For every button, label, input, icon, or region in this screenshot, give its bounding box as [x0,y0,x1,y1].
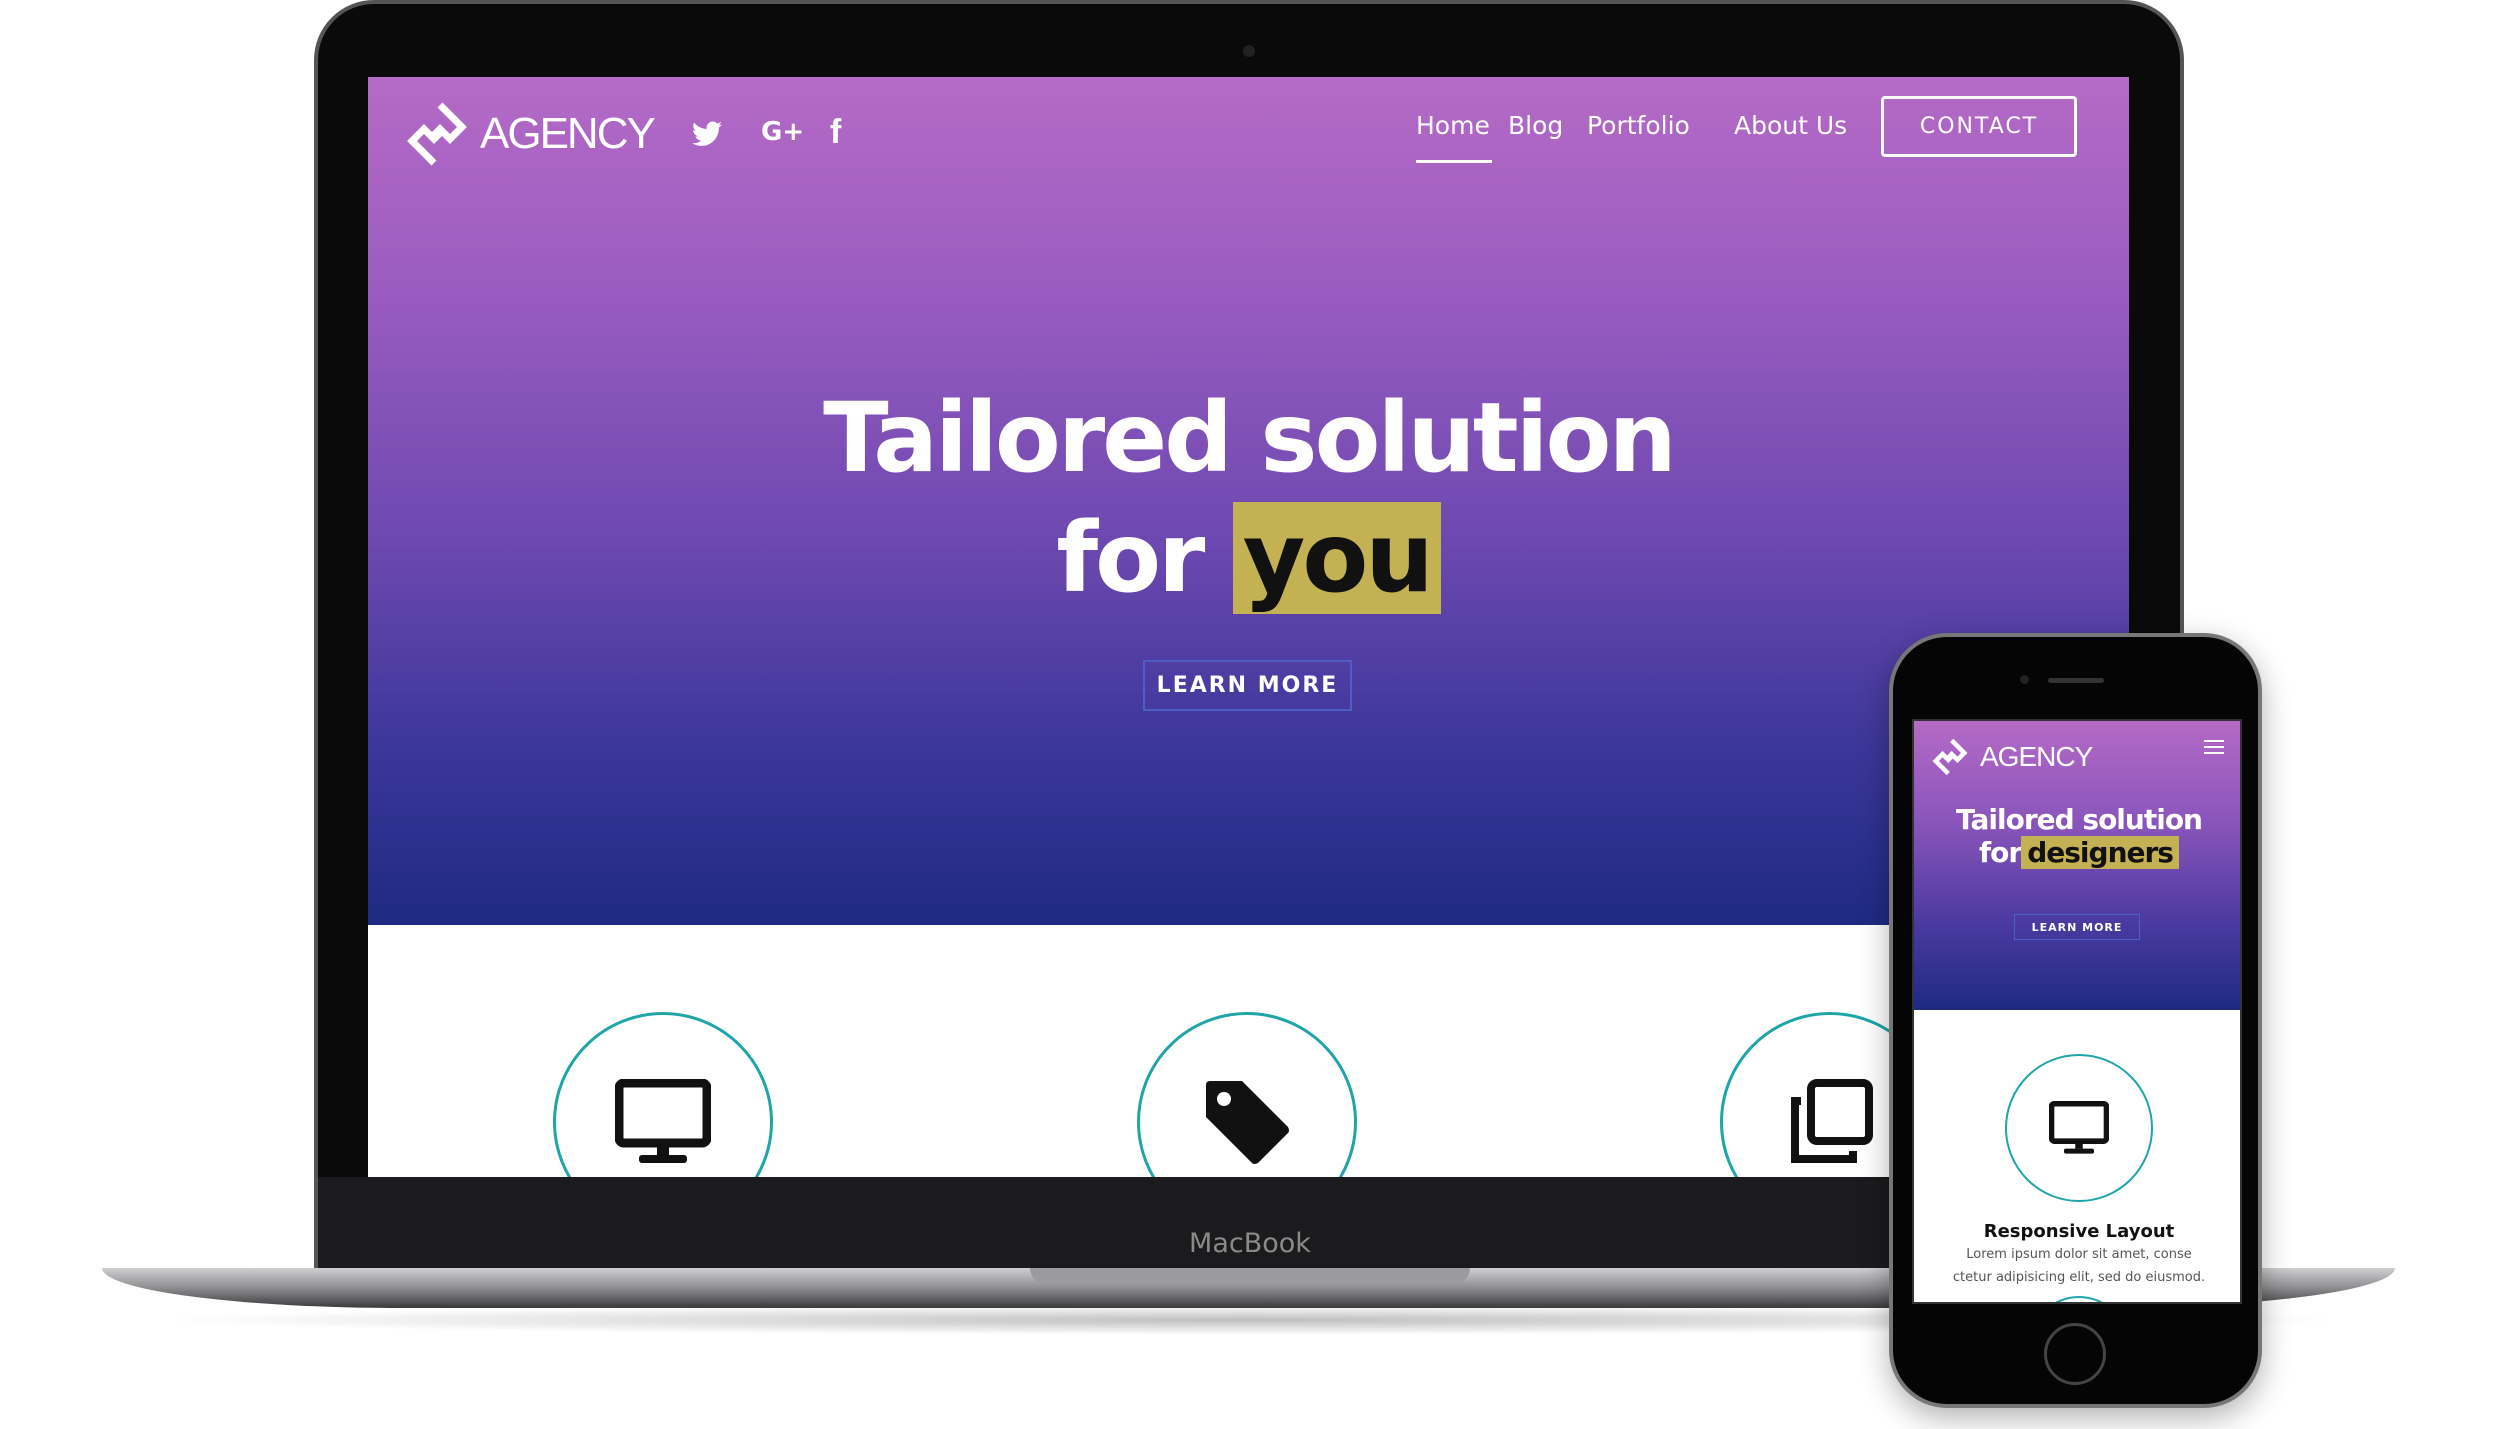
google-plus-icon[interactable]: G+ [761,117,804,147]
laptop-hinge-notch [1030,1268,1470,1284]
phone-feature-circle [2005,1054,2153,1202]
facebook-icon[interactable]: f [830,113,841,152]
hero-title-prefix: for [1056,502,1205,614]
phone-learn-more-button[interactable]: LEARN MORE [2014,914,2140,940]
phone-feature-text-2: ctetur adipisicing elit, sed do eiusmod. [1952,1270,2206,1285]
nav-portfolio[interactable]: Portfolio [1587,111,1690,140]
copy-icon [1791,1079,1873,1163]
monitor-icon [2049,1101,2109,1154]
phone-screen: AGENCY Tailored solution for designers LE… [1912,719,2242,1304]
feature-circle [1137,1012,1357,1177]
phone-hero-title-line1: Tailored solution [1956,803,2203,836]
phone-feature-text-1: Lorem ipsum dolor sit amet, conse [1966,1247,2192,1262]
phone-hero-title-prefix: for [1979,836,2022,869]
hero-title-line1: Tailored solution [823,382,1677,494]
phone-home-button[interactable] [2044,1323,2106,1385]
nav-blog[interactable]: Blog [1508,111,1563,140]
hero-section: AGENCY G+ f Home Blog Portfolio CONTACT … [368,77,2129,925]
tag-icon [1206,1081,1289,1164]
laptop-screen: AGENCY G+ f Home Blog Portfolio CONTACT … [368,77,2129,1177]
agency-logo-icon [1932,738,1968,776]
phone-feature-circle-next [2029,1296,2129,1302]
logo-text: AGENCY [480,109,656,158]
logo[interactable]: AGENCY [402,99,656,169]
phone-feature-title: Responsive Layout [1983,1221,2175,1242]
feature-circle [553,1012,773,1177]
phone-hero: AGENCY Tailored solution for designers LE… [1914,721,2240,1010]
laptop-camera [1243,45,1255,57]
laptop-brand-label: MacBook [1189,1228,1311,1259]
hamburger-icon[interactable] [2204,739,2224,755]
phone-logo-text: AGENCY [1980,741,2093,772]
phone-speaker [2048,678,2104,683]
nav-about-us[interactable]: About Us [1734,111,1847,140]
twitter-icon[interactable] [692,121,722,147]
monitor-icon [615,1079,711,1163]
hero-title-line2: for you [368,486,2129,630]
nav-active-indicator [1416,160,1492,163]
phone-logo[interactable]: AGENCY [1928,737,2093,777]
learn-more-button[interactable]: LEARN MORE [1143,660,1352,711]
contact-button[interactable]: CONTACT [1881,96,2077,157]
phone-hero-title-line2: for designers [1914,833,2240,873]
phone-hero-title-highlight: designers [2021,836,2179,869]
hero-title-highlight: you [1232,502,1441,614]
nav-home[interactable]: Home [1416,111,1490,140]
phone-camera [2020,675,2029,684]
agency-logo-icon [407,102,467,166]
